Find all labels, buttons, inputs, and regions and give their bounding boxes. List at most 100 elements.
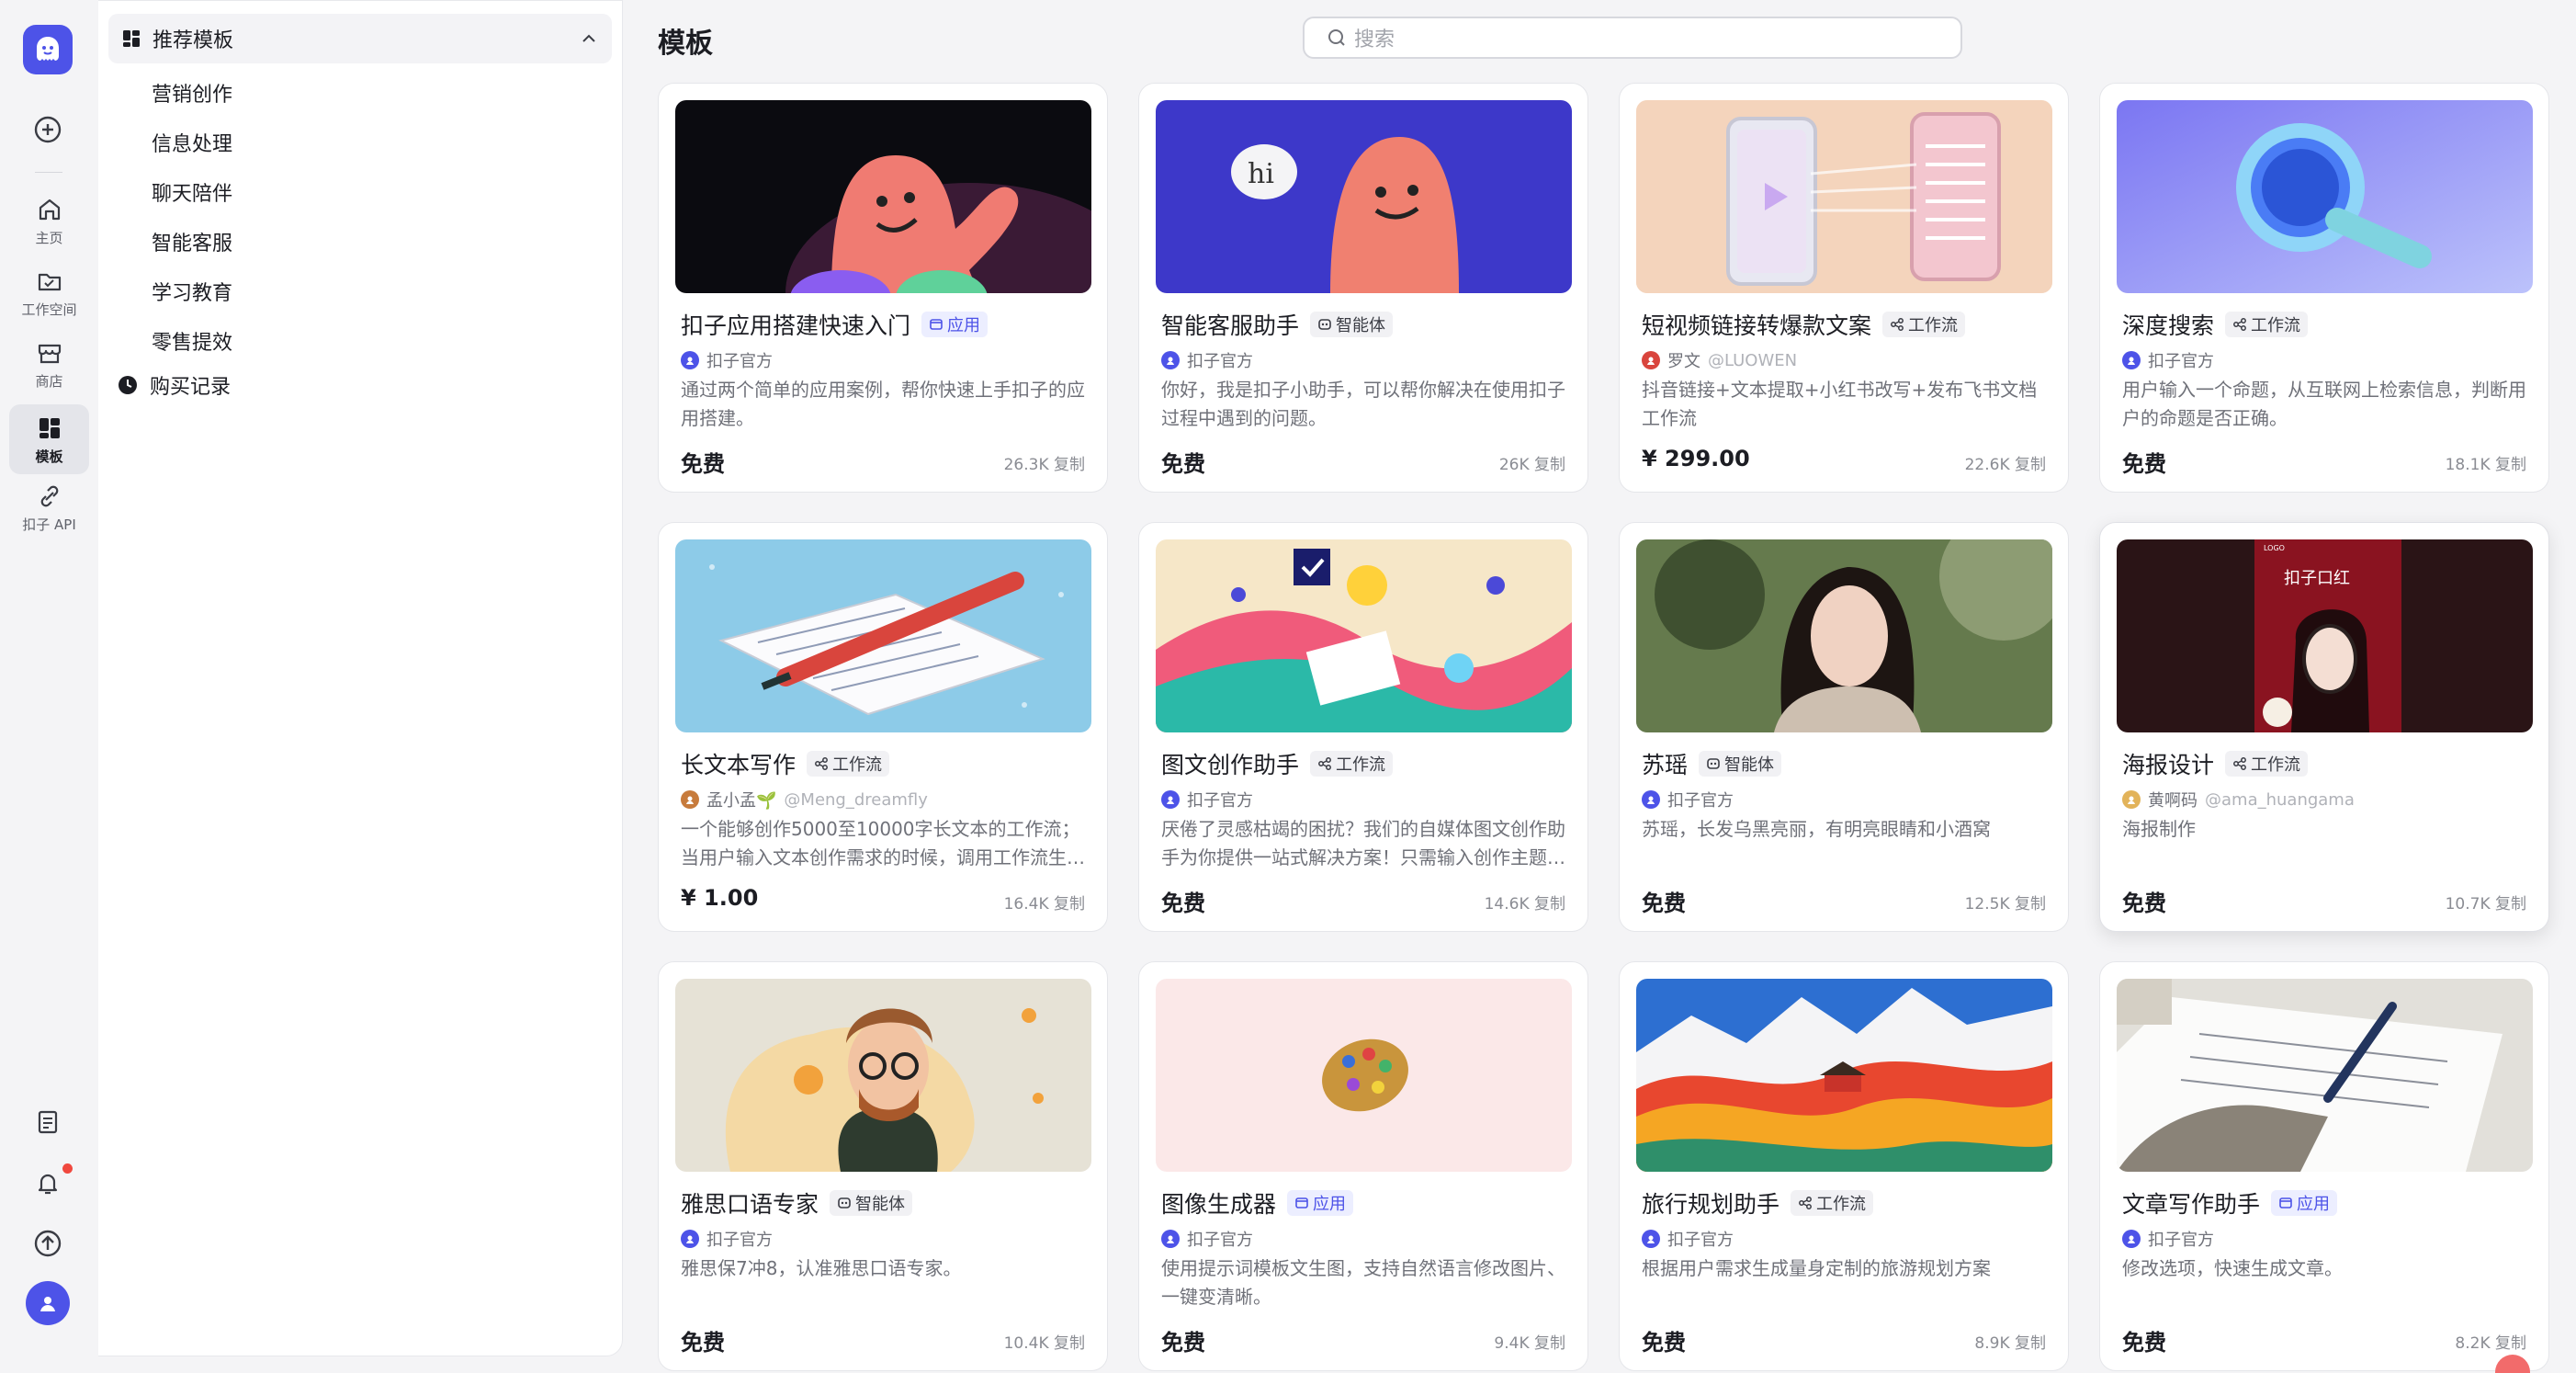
notification-badge bbox=[61, 1162, 74, 1175]
template-card[interactable]: 短视频链接转爆款文案 工作流 罗文 @LUOWEN 抖音链接+文本提取+小红书改… bbox=[1619, 83, 2069, 493]
svg-text:扣子口红: 扣子口红 bbox=[2284, 569, 2350, 588]
template-author[interactable]: 扣子官方 bbox=[1161, 348, 1260, 372]
template-copy-count: 22.6K 复制 bbox=[1964, 456, 2046, 474]
template-author[interactable]: 扣子官方 bbox=[681, 348, 780, 372]
template-title: 深度搜索 bbox=[2122, 312, 2215, 339]
template-title-row: 文章写作助手 应用 bbox=[2122, 1186, 2338, 1220]
template-title-row: 图像生成器 应用 bbox=[1161, 1186, 1354, 1220]
template-card[interactable]: 扣子应用搭建快速入门 应用 扣子官方 通过两个简单的应用案例，帮你快速上手扣子的… bbox=[658, 83, 1108, 493]
docs-icon[interactable] bbox=[25, 1099, 71, 1145]
rail-item-templates[interactable]: 模板 bbox=[9, 404, 89, 474]
sidebar-item-customer-service[interactable]: 智能客服 bbox=[152, 227, 232, 256]
template-copy-count: 8.2K 复制 bbox=[2455, 1334, 2526, 1353]
template-title-row: 图文创作助手 工作流 bbox=[1161, 747, 1394, 780]
workflow-tag-icon bbox=[1317, 756, 1336, 771]
rail-item-api[interactable]: 扣子 API bbox=[9, 482, 89, 534]
template-title: 短视频链接转爆款文案 bbox=[1642, 312, 1872, 339]
author-handle: @LUOWEN bbox=[1708, 350, 1798, 370]
sidebar-item-education[interactable]: 学习教育 bbox=[152, 277, 232, 306]
chevron-up-icon[interactable] bbox=[579, 28, 599, 49]
template-title-row: 深度搜索 工作流 bbox=[2122, 308, 2309, 341]
template-description: 根据用户需求生成量身定制的旅游规划方案 bbox=[1642, 1257, 1991, 1279]
template-type-tag: 工作流 bbox=[2225, 312, 2309, 337]
template-type-label: 工作流 bbox=[832, 755, 883, 775]
app-tag-icon bbox=[1294, 1196, 1313, 1210]
template-title: 长文本写作 bbox=[681, 752, 797, 778]
template-title: 图像生成器 bbox=[1161, 1191, 1277, 1218]
template-card[interactable]: 文章写作助手 应用 扣子官方 修改选项，快速生成文章。 免费 8.2K 复制 bbox=[2099, 961, 2549, 1371]
template-copy-count: 18.1K 复制 bbox=[2445, 456, 2526, 474]
template-type-tag: 工作流 bbox=[807, 751, 890, 777]
sidebar-item-chat-companion[interactable]: 聊天陪伴 bbox=[152, 177, 232, 207]
rail-divider bbox=[35, 172, 62, 173]
template-author[interactable]: 扣子官方 bbox=[1642, 788, 1741, 811]
template-author[interactable]: 孟小孟🌱 @Meng_dreamfly bbox=[681, 788, 928, 811]
template-card[interactable]: 扣子口红 LOGO 海报设计 工作流 黄啊码 @ama_huangama 海报制作… bbox=[2099, 522, 2549, 932]
template-thumbnail bbox=[675, 100, 1091, 293]
template-type-tag: 智能体 bbox=[1699, 751, 1782, 777]
template-author[interactable]: 扣子官方 bbox=[2122, 348, 2221, 372]
sidebar-item-info-processing[interactable]: 信息处理 bbox=[152, 128, 232, 157]
template-card[interactable]: hi 智能客服助手 智能体 扣子官方 你好，我是扣子小助手，可以帮你解决在使用扣… bbox=[1138, 83, 1588, 493]
rail-label-workspace: 工作空间 bbox=[21, 301, 77, 318]
template-title: 雅思口语专家 bbox=[681, 1191, 819, 1218]
create-plus-icon[interactable] bbox=[25, 107, 71, 153]
workflow-tag-icon bbox=[2232, 317, 2251, 332]
template-author[interactable]: 扣子官方 bbox=[1642, 1227, 1741, 1251]
template-copy-count: 8.9K 复制 bbox=[1974, 1334, 2046, 1353]
template-type-tag: 应用 bbox=[2271, 1190, 2338, 1216]
search-placeholder: 搜索 bbox=[1354, 28, 1395, 51]
template-copy-count: 26.3K 复制 bbox=[1003, 456, 1085, 474]
template-card[interactable]: 长文本写作 工作流 孟小孟🌱 @Meng_dreamfly 一个能够创作5000… bbox=[658, 522, 1108, 932]
sidebar-item-retail[interactable]: 零售提效 bbox=[152, 326, 232, 356]
upgrade-arrow-icon[interactable] bbox=[25, 1220, 71, 1266]
search-input[interactable]: 搜索 bbox=[1303, 17, 1962, 59]
author-handle: @Meng_dreamfly bbox=[784, 789, 928, 810]
template-copy-count: 9.4K 复制 bbox=[1494, 1334, 1565, 1353]
template-title-row: 长文本写作 工作流 bbox=[681, 747, 890, 780]
template-title: 智能客服助手 bbox=[1161, 312, 1300, 339]
author-name: 扣子官方 bbox=[1187, 1231, 1253, 1250]
rail-item-home[interactable]: 主页 bbox=[9, 195, 89, 247]
template-author[interactable]: 罗文 @LUOWEN bbox=[1642, 348, 1797, 372]
template-card[interactable]: 雅思口语专家 智能体 扣子官方 雅思保7冲8，认准雅思口语专家。 免费 10.4… bbox=[658, 961, 1108, 1371]
template-grid-icon bbox=[123, 30, 140, 47]
template-author[interactable]: 扣子官方 bbox=[1161, 1227, 1260, 1251]
sidebar-item-purchase-history[interactable]: 购买记录 bbox=[117, 370, 231, 400]
template-copy-count: 10.4K 复制 bbox=[1003, 1334, 1085, 1353]
agent-tag-icon bbox=[1317, 317, 1336, 332]
template-type-tag: 工作流 bbox=[1791, 1190, 1874, 1216]
template-author[interactable]: 黄啊码 @ama_huangama bbox=[2122, 788, 2355, 811]
template-price: 免费 bbox=[2122, 891, 2166, 916]
author-avatar bbox=[1161, 790, 1180, 809]
author-handle: @ama_huangama bbox=[2205, 789, 2355, 810]
template-card[interactable]: 深度搜索 工作流 扣子官方 用户输入一个命题，从互联网上检索信息，判断用户的命题… bbox=[2099, 83, 2549, 493]
template-card[interactable]: 旅行规划助手 工作流 扣子官方 根据用户需求生成量身定制的旅游规划方案 免费 8… bbox=[1619, 961, 2069, 1371]
template-thumbnail bbox=[1636, 979, 2052, 1172]
template-title: 扣子应用搭建快速入门 bbox=[681, 312, 911, 339]
template-price: ¥ 299.00 bbox=[1642, 446, 1750, 471]
author-avatar bbox=[1161, 1230, 1180, 1248]
template-copy-count: 14.6K 复制 bbox=[1484, 895, 1565, 913]
sidebar-item-marketing[interactable]: 营销创作 bbox=[152, 78, 232, 108]
template-thumbnail bbox=[1636, 100, 2052, 293]
template-card[interactable]: 苏瑶 智能体 扣子官方 苏瑶，长发乌黑亮丽，有明亮眼睛和小酒窝 免费 12.5K… bbox=[1619, 522, 2069, 932]
user-avatar[interactable] bbox=[26, 1281, 70, 1325]
rail-item-workspace[interactable]: 工作空间 bbox=[9, 267, 89, 319]
purchase-history-label: 购买记录 bbox=[150, 376, 232, 399]
recommended-templates-header[interactable]: 推荐模板 bbox=[108, 14, 612, 63]
template-author[interactable]: 扣子官方 bbox=[2122, 1227, 2221, 1251]
template-price: 免费 bbox=[681, 451, 725, 477]
coze-logo-icon[interactable] bbox=[23, 25, 73, 74]
template-author[interactable]: 扣子官方 bbox=[681, 1227, 780, 1251]
template-author[interactable]: 扣子官方 bbox=[1161, 788, 1260, 811]
template-description: 厌倦了灵感枯竭的困扰？我们的自媒体图文创作助手为你提供一站式解决方案！只需输入创… bbox=[1161, 818, 1565, 868]
template-card[interactable]: 图像生成器 应用 扣子官方 使用提示词模板文生图，支持自然语言修改图片、一键变清… bbox=[1138, 961, 1588, 1371]
template-card[interactable]: 图文创作助手 工作流 扣子官方 厌倦了灵感枯竭的困扰？我们的自媒体图文创作助手为… bbox=[1138, 522, 1588, 932]
rail-item-store[interactable]: 商店 bbox=[9, 338, 89, 391]
api-icon bbox=[40, 485, 58, 507]
workflow-tag-icon bbox=[2232, 756, 2251, 771]
template-type-tag: 应用 bbox=[1287, 1190, 1354, 1216]
template-thumbnail bbox=[1156, 539, 1572, 732]
template-type-tag: 工作流 bbox=[1882, 312, 1966, 337]
